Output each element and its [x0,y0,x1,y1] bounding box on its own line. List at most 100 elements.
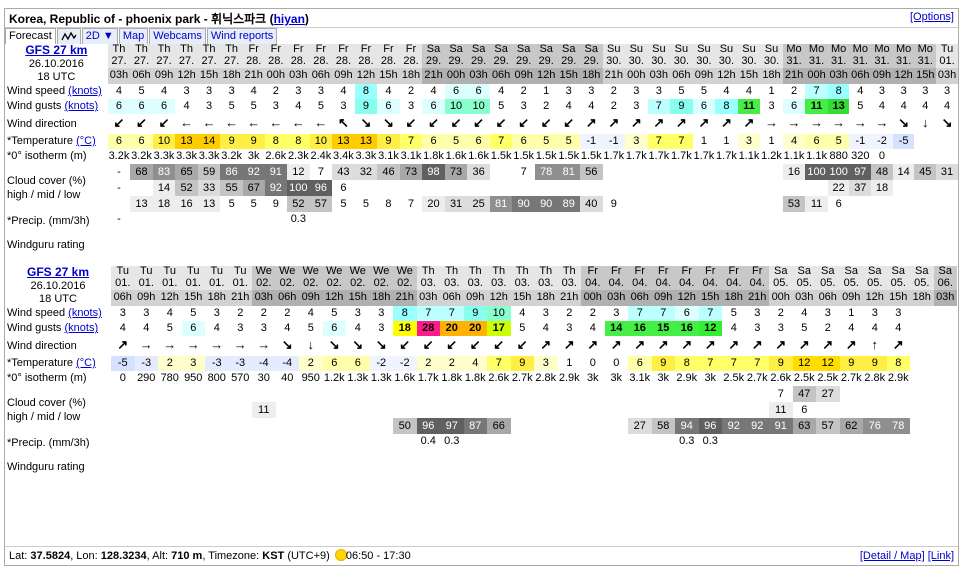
knots-link[interactable]: (knots) [68,85,102,97]
wind-speed-cell: 5 [138,85,145,97]
permalink-link[interactable]: [Link] [928,550,954,562]
isotherm-cell: 2.8k [535,372,557,384]
wind-gust-cell: 6 [152,99,176,114]
date-cell: 04. [651,277,675,290]
cloud-cell: 31 [936,164,958,180]
tab-graph[interactable] [56,28,81,44]
rating-cell [229,452,253,482]
date-cell: 05. [910,277,934,290]
tab-map[interactable]: Map [118,28,149,44]
model-link[interactable]: GFS 27 km [27,266,89,279]
date-cell: 28. [399,55,423,68]
precip-cell [346,434,370,452]
cloud-cell: 87 [463,418,487,434]
wind-speed-cell: 3 [588,85,595,97]
date-cell: 01. [936,55,958,68]
precip-cell [135,434,159,452]
isotherm-cell: 2.4k [310,150,332,162]
precip-cell [445,212,468,230]
date-cell: 28. [309,55,333,68]
wind-direction-arrow-icon: ↙ [446,337,458,352]
wind-gust-cell: 5 [519,322,526,334]
wind-speed-cell: 4 [723,85,730,97]
date-cell: 01. [134,277,158,290]
date-cell: 29. [534,55,558,68]
wind-speed-cell: 4 [801,307,808,319]
user-link[interactable]: hiyan [274,12,305,26]
temperature-cell: 9 [651,356,675,371]
cloud-cell [840,402,864,418]
cloud-cell [512,180,535,196]
rating-cell [557,230,580,260]
hour-cell: 12h [322,289,346,306]
cloud-cell: 86 [220,164,243,180]
hour-cell: 06h [489,67,513,84]
temperature-cell: 5 [534,134,558,149]
wind-gust-cell: 11 [805,99,828,114]
hour-cell: 03h [416,289,440,306]
wind-direction-arrow-icon: → [163,337,177,352]
isotherm-cell: 1.8k [423,150,444,162]
day-cell: We [393,266,417,278]
tab-webcams[interactable]: Webcams [149,28,206,44]
tab-2d[interactable]: 2D ▼ [81,28,118,44]
cloud-cell [863,402,887,418]
wind-gust-cell: 4 [143,322,150,334]
hour-cell: 18h [534,289,558,306]
wind-speed-cell: 4 [857,85,864,97]
cloud-cell [840,386,864,402]
date-cell: 29. [444,55,468,68]
wind-speed-cell: 4 [250,85,257,97]
hour-cell: 00h [264,67,288,84]
tab-wind-reports[interactable]: Wind reports [206,28,278,44]
footer: Lat: 37.5824, Lon: 128.3234, Alt: 710 m,… [5,546,958,565]
model-info: GFS 27 km 26.10.2016 18 UTC [25,44,88,83]
wind-speed-cell: 3 [824,307,831,319]
cloud-cell [605,418,629,434]
wind-gust-cell: 9 [354,99,378,114]
rating-cell [377,230,400,260]
isotherm-cell: 3.3k [176,150,197,162]
wind-speed-cell: 6 [444,84,468,99]
knots-link[interactable]: (knots) [64,100,98,112]
rating-cell [276,452,300,482]
precip-cell [355,212,378,230]
cloud-cell [229,402,253,418]
date-cell: 27. [107,55,131,68]
isotherm-cell: 2.3k [287,150,309,162]
date-cell: 02. [393,277,417,290]
rating-cell [558,452,582,482]
wind-direction-arrow-icon: ↘ [360,115,372,130]
isotherm-cell: 1.7k [417,372,439,384]
day-cell: Fr [581,266,605,278]
hour-cell: 09h [692,67,716,84]
cloud-cell [252,386,276,402]
wind-gust-cell: 4 [119,322,126,334]
isotherm-cell: 2.7k [746,372,768,384]
tab-forecast[interactable]: Forecast [5,28,56,44]
options-link[interactable]: [Options] [910,11,954,23]
cloud-cell [111,402,135,418]
day-row: GFS 27 km 26.10.2016 18 UTC Tu Tu Tu Tu Tu Tu We W… [5,266,957,305]
cloud-cell: 100 [287,180,310,196]
temperature-cell: -3 [205,356,229,371]
hour-cell: 09h [651,289,675,306]
knots-link[interactable]: (knots) [68,307,102,319]
cloud-cell: 68 [130,164,153,180]
rating-cell [628,452,652,482]
cloud-cell [464,402,488,418]
cloud-cell [534,418,558,434]
date-cell: 27. [130,55,153,68]
knots-link[interactable]: (knots) [64,322,98,334]
rating-cell [252,452,276,482]
wind-speed-cell: 4 [115,85,123,97]
model-link[interactable]: GFS 27 km [25,44,87,57]
cloud-cell: 6 [340,181,347,194]
precip-cell [158,434,182,452]
wind-speed-cell: 3 [565,85,572,97]
celsius-link[interactable]: (°C) [76,135,96,147]
detail-map-link[interactable]: [Detail / Map] [860,550,925,562]
cloud-cell [783,180,806,196]
rating-cell [422,230,445,260]
celsius-link[interactable]: (°C) [76,357,96,369]
